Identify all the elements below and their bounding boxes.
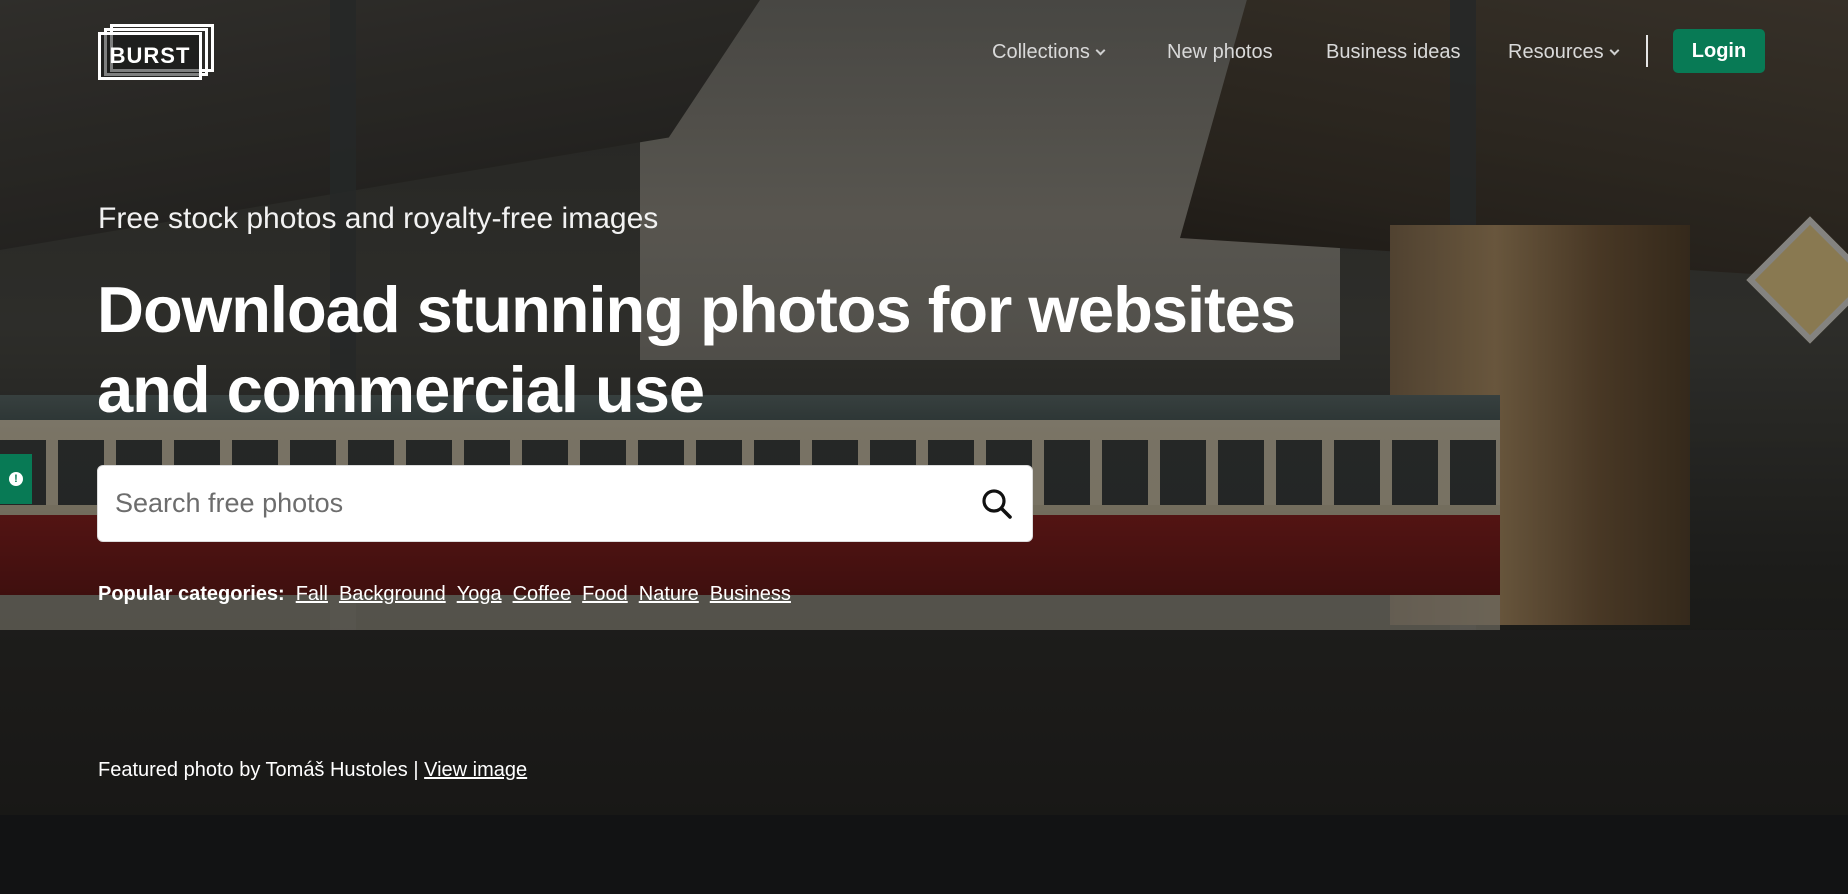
category-link-business[interactable]: Business [710,583,791,606]
burst-logo[interactable]: BURST [98,24,216,80]
category-link-food[interactable]: Food [582,583,628,606]
nav-resources[interactable]: Resources [1508,40,1620,64]
search-icon [982,488,1012,519]
search-bar [97,465,1033,542]
chevron-down-icon [1095,45,1106,55]
view-image-link[interactable]: View image [424,759,527,781]
page-bottom-band [0,815,1848,894]
logo-wordmark: BURST [109,43,191,68]
nav-collections[interactable]: Collections [992,40,1106,64]
popular-categories-label: Popular categories: [98,583,285,605]
category-link-yoga[interactable]: Yoga [457,583,502,606]
nav-new-photos[interactable]: New photos [1167,41,1273,64]
category-link-nature[interactable]: Nature [639,583,699,606]
nav-resources-label: Resources [1508,40,1604,63]
popular-categories: Popular categories: Fall Background Yoga… [98,583,802,606]
nav-divider [1646,35,1648,67]
page-title: Download stunning photos for websites an… [97,273,1296,426]
feedback-tab[interactable]: ! [0,454,32,504]
login-button[interactable]: Login [1673,29,1765,73]
category-link-coffee[interactable]: Coffee [513,583,572,606]
hero-kicker: Free stock photos and royalty-free image… [98,202,659,235]
search-button[interactable] [962,466,1032,541]
feedback-icon: ! [9,472,23,486]
search-input[interactable] [98,466,962,541]
category-link-background[interactable]: Background [339,583,446,606]
nav-collections-label: Collections [992,40,1090,63]
chevron-down-icon [1609,45,1620,55]
category-link-fall[interactable]: Fall [296,583,328,606]
featured-photo-credit: Featured photo by Tomáš Hustoles | View … [98,759,527,782]
credit-text: Featured photo by Tomáš Hustoles | [98,759,419,781]
nav-business-ideas[interactable]: Business ideas [1326,41,1461,64]
